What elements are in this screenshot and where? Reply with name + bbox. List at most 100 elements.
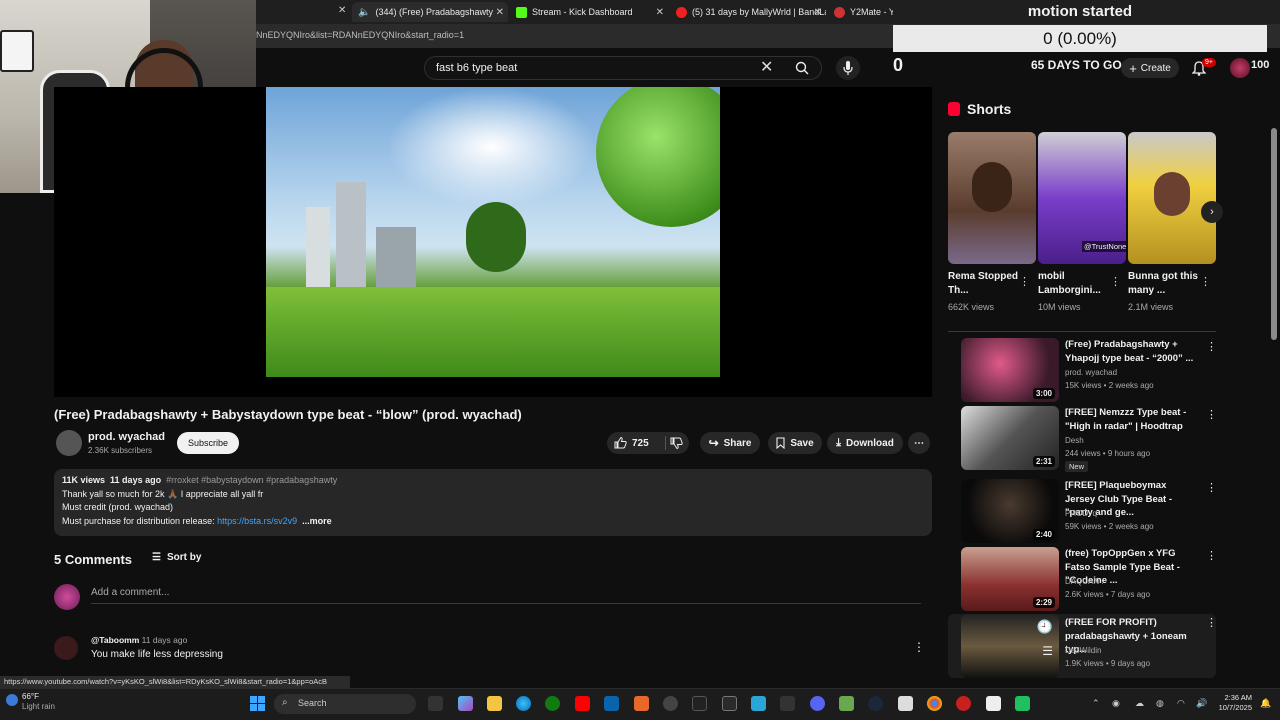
related-menu-icon[interactable]: ⋮: [1206, 616, 1217, 629]
related-title[interactable]: [FREE] Nemzzz Type beat - "High in radar…: [1065, 406, 1197, 433]
save-button[interactable]: Save: [768, 432, 822, 454]
create-button[interactable]: + Create: [1121, 58, 1179, 78]
tab-kick[interactable]: Stream - Kick Dashboard ✕: [510, 2, 668, 22]
comment-author-handle[interactable]: @Taboomm: [91, 635, 139, 645]
thumbs-down-icon[interactable]: [670, 437, 683, 449]
app-icon[interactable]: [780, 696, 795, 711]
close-icon[interactable]: ✕: [814, 7, 822, 18]
related-video[interactable]: 3:00 (Free) Pradabagshawty + Yhapojj typ…: [948, 338, 1217, 402]
notification-center-icon[interactable]: 🔔: [1260, 698, 1271, 709]
volume-icon[interactable]: 🔊: [1196, 698, 1207, 709]
add-to-queue-icon[interactable]: ☰: [1042, 644, 1053, 658]
copilot-icon[interactable]: [458, 696, 473, 711]
short-menu-icon[interactable]: ⋮: [1019, 275, 1030, 288]
sort-comments-button[interactable]: ☰ Sort by: [152, 552, 201, 563]
weather-icon[interactable]: [6, 694, 18, 706]
short-menu-icon[interactable]: ⋮: [1200, 275, 1211, 288]
related-menu-icon[interactable]: ⋮: [1206, 549, 1217, 562]
short-title[interactable]: Bunna got this many ...: [1128, 270, 1204, 298]
short-thumbnail[interactable]: [1128, 132, 1216, 264]
taskbar-search[interactable]: ⌕ Search: [274, 694, 416, 714]
share-button[interactable]: ↪ Share: [700, 432, 760, 454]
add-comment-input[interactable]: Add a comment...: [91, 587, 169, 598]
related-video-hovered[interactable]: 🕘 ☰ (FREE FOR PROFIT) pradabagshawty + 1…: [948, 614, 1217, 678]
shorts-next-button[interactable]: ›: [1201, 201, 1223, 223]
video-thumbnail[interactable]: 3:00: [961, 338, 1059, 402]
related-menu-icon[interactable]: ⋮: [1206, 340, 1217, 353]
show-more-link[interactable]: ...more: [302, 516, 332, 526]
short-title[interactable]: mobil Lamborgini...: [1038, 270, 1114, 298]
windows-start-icon[interactable]: [250, 696, 265, 716]
short-thumbnail[interactable]: @TrustNone: [1038, 132, 1126, 264]
channel-name[interactable]: prod. wyachad: [88, 431, 165, 443]
tray-overflow-icon[interactable]: ⌃: [1092, 698, 1100, 709]
download-button[interactable]: ⤓ Download: [827, 432, 903, 454]
scrollbar-thumb[interactable]: [1271, 128, 1277, 340]
related-channel[interactable]: prod. wyachad: [1065, 368, 1117, 377]
close-icon[interactable]: ✕: [656, 7, 664, 18]
purchase-link[interactable]: https://bsta.rs/sv2v9: [217, 516, 297, 526]
weather-widget[interactable]: 66°F Light rain: [22, 692, 55, 712]
more-actions-button[interactable]: ⋯: [908, 432, 930, 454]
app-icon[interactable]: [692, 696, 707, 711]
close-icon[interactable]: ✕: [496, 7, 504, 18]
system-clock[interactable]: 2:36 AM 10/7/2025: [1218, 693, 1252, 713]
epic-games-icon[interactable]: [722, 696, 737, 711]
store-icon[interactable]: [604, 696, 619, 711]
app-icon[interactable]: [986, 696, 1001, 711]
related-video[interactable]: 2:40 [FREE] Plaqueboymax Jersey Club Typ…: [948, 479, 1217, 543]
close-icon[interactable]: ✕: [338, 5, 346, 16]
video-thumbnail[interactable]: 2:29: [961, 547, 1059, 611]
app-icon[interactable]: [839, 696, 854, 711]
subscribe-button[interactable]: Subscribe: [177, 432, 239, 454]
like-button[interactable]: 725: [614, 437, 649, 449]
video-thumbnail[interactable]: 2:31: [961, 406, 1059, 470]
related-video[interactable]: 2:29 (free) TopOppGen x YFG Fatso Sample…: [948, 547, 1217, 611]
file-explorer-icon[interactable]: [487, 696, 502, 711]
discord-icon[interactable]: [810, 696, 825, 711]
short-thumbnail[interactable]: [948, 132, 1036, 264]
task-view-icon[interactable]: [428, 696, 443, 711]
video-thumbnail[interactable]: 🕘 ☰: [961, 614, 1059, 678]
related-video[interactable]: 2:31 [FREE] Nemzzz Type beat - "High in …: [948, 406, 1217, 472]
obs-icon[interactable]: [663, 696, 678, 711]
edge-icon[interactable]: [516, 696, 531, 711]
clear-search-icon[interactable]: ✕: [760, 57, 773, 77]
related-menu-icon[interactable]: ⋮: [1206, 481, 1217, 494]
wifi-icon[interactable]: ◠: [1177, 698, 1185, 709]
tab-youtube[interactable]: 🔈 (344) (Free) Pradabagshawty ✕: [352, 2, 508, 22]
hashtags[interactable]: #rroxket #babystaydown #pradabagshawty: [166, 475, 337, 485]
steam-icon[interactable]: [868, 696, 883, 711]
youtube-icon[interactable]: [575, 696, 590, 711]
related-menu-icon[interactable]: ⋮: [1206, 408, 1217, 421]
comment-author[interactable]: @Taboomm 11 days ago: [91, 635, 187, 645]
watch-later-icon[interactable]: 🕘: [1037, 619, 1053, 635]
short-menu-icon[interactable]: ⋮: [1110, 275, 1121, 288]
related-channel[interactable]: DAQUAN .: [1065, 577, 1104, 586]
tray-app-icon[interactable]: ☁: [1135, 698, 1144, 709]
app-icon[interactable]: [1015, 696, 1030, 711]
related-channel[interactable]: Desh: [1065, 436, 1084, 445]
tab-bandlab[interactable]: (5) 31 days by MallyWrld | BandLa ✕: [670, 2, 826, 22]
related-title[interactable]: (Free) Pradabagshawty + Yhapojj type bea…: [1065, 338, 1197, 365]
app-icon[interactable]: [634, 696, 649, 711]
video-frame[interactable]: [266, 87, 720, 377]
tray-app-icon[interactable]: ◍: [1156, 698, 1164, 709]
app-icon[interactable]: [751, 696, 766, 711]
notepad-icon[interactable]: [898, 696, 913, 711]
description-box[interactable]: 11K views 11 days ago #rroxket #babystay…: [54, 469, 932, 536]
xbox-icon[interactable]: [545, 696, 560, 711]
comment-menu-icon[interactable]: ⋮: [913, 640, 925, 654]
channel-avatar[interactable]: [56, 430, 82, 456]
comment-avatar[interactable]: [54, 636, 78, 660]
voice-search-button[interactable]: [836, 56, 860, 80]
chrome-icon[interactable]: [927, 696, 942, 711]
tray-app-icon[interactable]: ◉: [1112, 698, 1120, 709]
video-thumbnail[interactable]: 2:40: [961, 479, 1059, 543]
related-channel[interactable]: De3Wildin: [1065, 646, 1101, 655]
search-button[interactable]: [784, 56, 820, 80]
account-avatar[interactable]: [1230, 58, 1250, 78]
related-channel[interactable]: PROD. q: [1065, 509, 1097, 518]
app-icon[interactable]: [956, 696, 971, 711]
short-title[interactable]: Rema Stopped Th...: [948, 270, 1024, 298]
